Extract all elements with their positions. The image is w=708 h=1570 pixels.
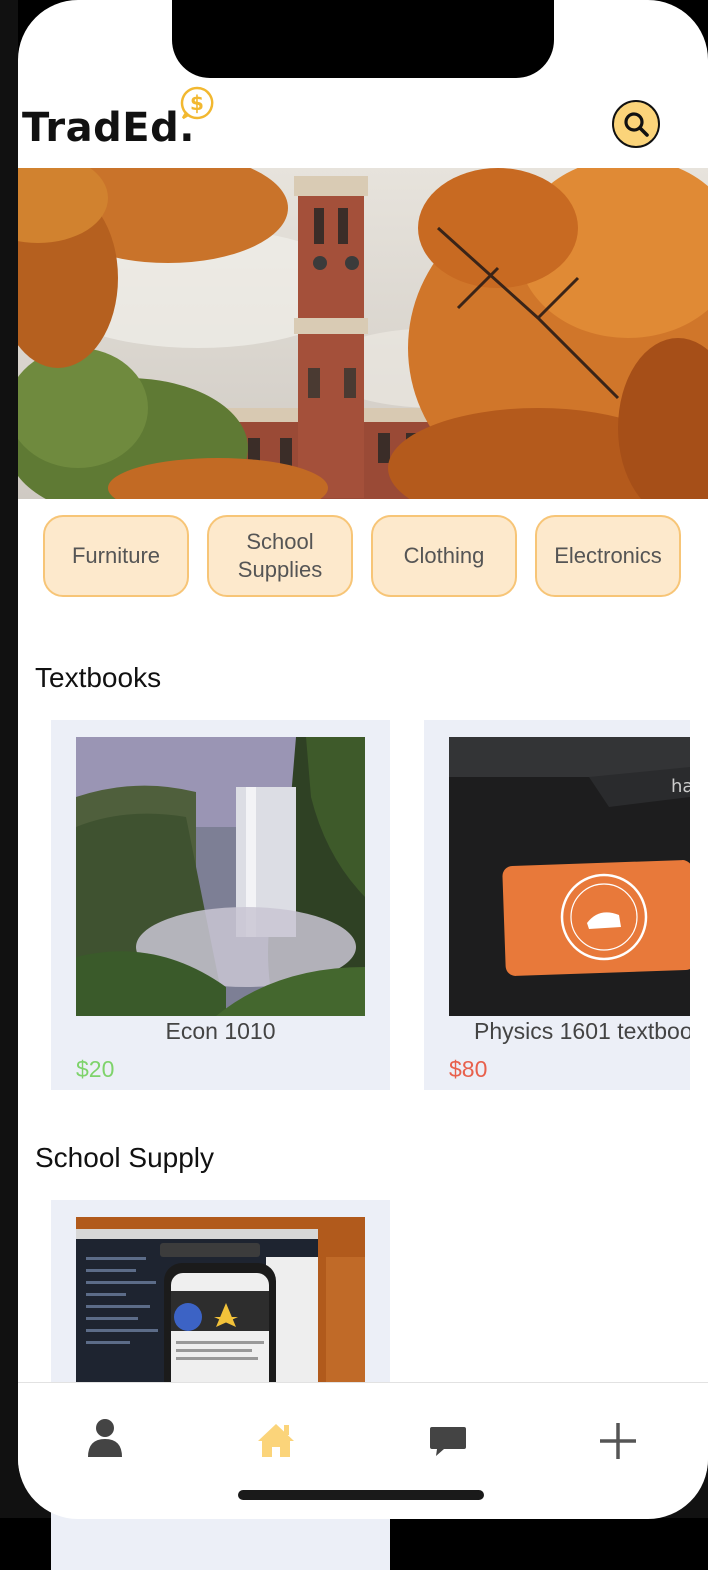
category-chip-furniture[interactable]: Furniture xyxy=(43,515,189,597)
listing-price: $20 xyxy=(76,1056,115,1082)
chat-bubble-icon xyxy=(430,1427,466,1456)
tab-messages[interactable] xyxy=(418,1411,478,1471)
listing-title: Econ 1010 xyxy=(165,1018,276,1044)
search-button[interactable] xyxy=(612,100,660,148)
home-indicator xyxy=(238,1490,484,1500)
listing-title: Physics 1601 textbook xyxy=(474,1018,690,1044)
person-icon xyxy=(88,1419,122,1457)
coin-icon: $ xyxy=(180,86,214,120)
svg-text:ha: ha xyxy=(671,776,690,797)
listing-card[interactable]: ha Physics 1601 textbook $80 xyxy=(424,720,690,1090)
plus-icon xyxy=(600,1423,636,1459)
category-chip-clothing[interactable]: Clothing xyxy=(371,515,517,597)
app-logo: TradEd. xyxy=(22,105,195,151)
search-icon xyxy=(624,112,649,137)
category-chip-school-supplies[interactable]: School Supplies xyxy=(207,515,353,597)
listing-price: $80 xyxy=(449,1056,488,1082)
tab-profile[interactable] xyxy=(75,1411,135,1471)
category-chips: Furniture School Supplies Clothing Electr… xyxy=(18,515,708,599)
category-chip-electronics[interactable]: Electronics xyxy=(535,515,681,597)
listing-image xyxy=(76,737,365,1016)
hero-banner-image xyxy=(18,168,708,499)
home-icon xyxy=(258,1424,294,1457)
tab-home[interactable] xyxy=(246,1411,306,1471)
device-notch xyxy=(172,0,554,78)
section-title-textbooks: Textbooks xyxy=(35,662,162,693)
svg-text:$: $ xyxy=(190,91,204,115)
section-title-school-supply: School Supply xyxy=(35,1142,215,1173)
app-header: TradEd. $ xyxy=(18,80,708,168)
tab-add[interactable] xyxy=(588,1411,648,1471)
listing-image: ha xyxy=(449,737,690,1016)
listing-card[interactable]: Econ 1010 $20 xyxy=(51,720,390,1090)
